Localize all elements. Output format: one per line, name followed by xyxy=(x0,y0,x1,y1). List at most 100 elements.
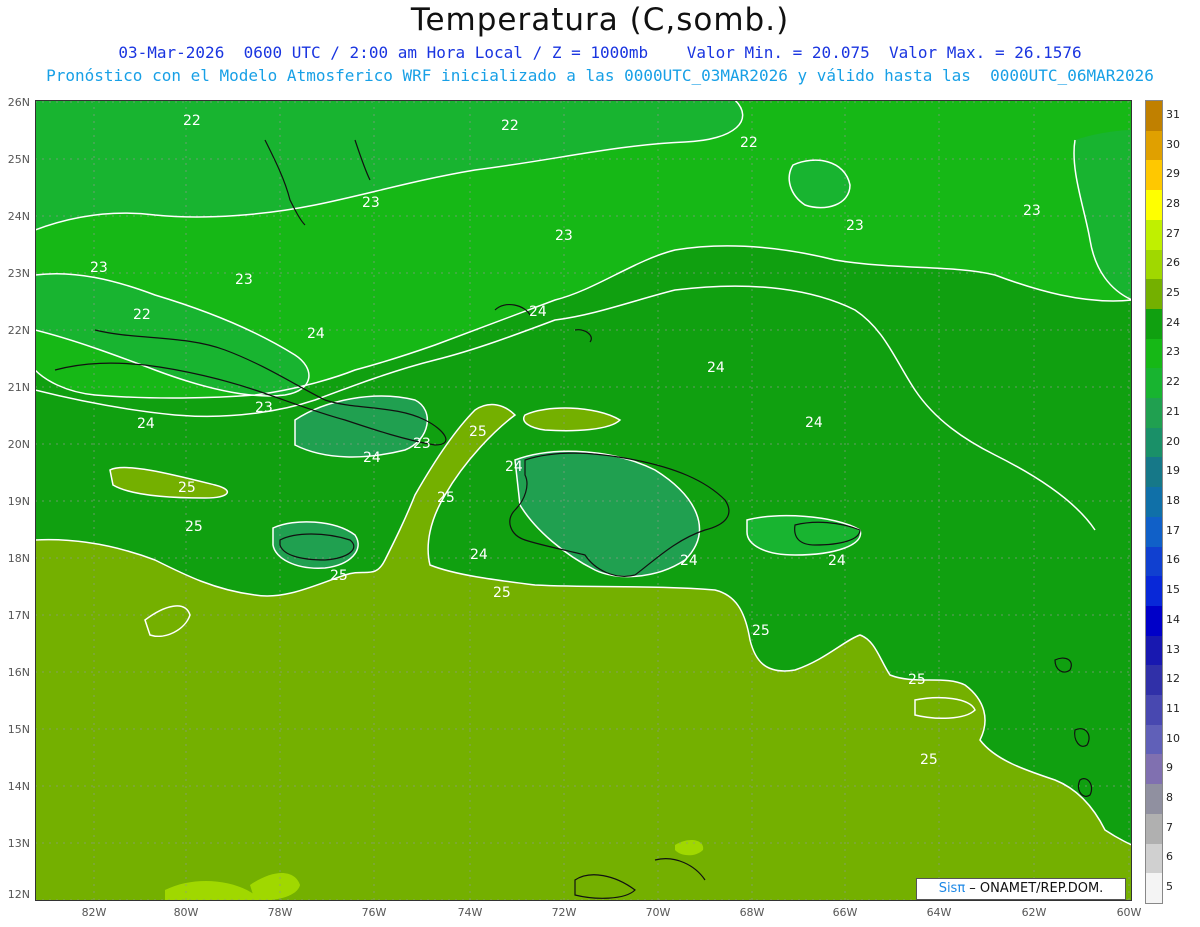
credit-box: Sisπ – ONAMET/REP.DOM. xyxy=(916,878,1126,900)
lat-label: 21N xyxy=(7,381,30,394)
color-scale-segment xyxy=(1146,784,1162,815)
contour-label: 24 xyxy=(828,553,846,569)
contour-label: 24 xyxy=(363,450,381,466)
color-scale-label: 22 xyxy=(1166,375,1180,389)
color-scale-label: 8 xyxy=(1166,791,1173,805)
color-scale-segment xyxy=(1146,843,1162,874)
contour-label: 23 xyxy=(255,400,273,416)
temperature-map: 22 22 22 22 23 23 23 23 23 23 23 23 24 2… xyxy=(35,100,1132,901)
contour-label: 23 xyxy=(90,260,108,276)
contour-label: 24 xyxy=(707,360,725,376)
lon-label: 60W xyxy=(1116,906,1142,919)
contour-label: 24 xyxy=(470,547,488,563)
color-scale-segment xyxy=(1146,130,1162,161)
color-scale-segment xyxy=(1146,665,1162,696)
color-scale-label: 21 xyxy=(1166,404,1180,418)
lat-label: 17N xyxy=(7,609,30,622)
color-scale-label: 29 xyxy=(1166,167,1180,181)
color-scale-label: 31 xyxy=(1166,107,1180,121)
lat-label: 26N xyxy=(7,96,30,109)
color-scale-label: 30 xyxy=(1166,137,1180,151)
color-scale-label: 10 xyxy=(1166,731,1180,745)
lat-label: 24N xyxy=(7,210,30,223)
contour-label: 25 xyxy=(752,623,770,639)
lon-label: 74W xyxy=(457,906,483,919)
lon-label: 66W xyxy=(832,906,858,919)
color-scale-segment xyxy=(1146,190,1162,221)
contour-label: 22 xyxy=(501,118,519,134)
lat-label: 23N xyxy=(7,267,30,280)
contour-label: 25 xyxy=(908,672,926,688)
lon-label: 80W xyxy=(173,906,199,919)
contour-label: 22 xyxy=(183,113,201,129)
contour-label: 24 xyxy=(529,304,547,320)
color-scale-segment xyxy=(1146,308,1162,340)
color-scale-label: 6 xyxy=(1166,850,1173,864)
contour-label: 22 xyxy=(133,307,151,323)
lon-label: 62W xyxy=(1021,906,1047,919)
color-scale-label: 24 xyxy=(1166,315,1180,329)
lat-label: 13N xyxy=(7,837,30,850)
contour-label: 24 xyxy=(805,415,823,431)
color-scale-label: 15 xyxy=(1166,583,1180,597)
color-scale-label: 17 xyxy=(1166,523,1180,537)
color-scale-segment xyxy=(1146,873,1162,904)
lat-label: 20N xyxy=(7,438,30,451)
color-scale-segment xyxy=(1146,160,1162,191)
color-scale-label: 26 xyxy=(1166,256,1180,270)
color-scale-label: 20 xyxy=(1166,434,1180,448)
contour-label: 25 xyxy=(493,585,511,601)
lat-label: 18N xyxy=(7,552,30,565)
contour-label: 23 xyxy=(1023,203,1041,219)
color-scale-label: 7 xyxy=(1166,820,1173,834)
lon-label: 76W xyxy=(361,906,387,919)
color-scale-label: 13 xyxy=(1166,642,1180,656)
lon-label: 82W xyxy=(81,906,107,919)
color-scale-segment xyxy=(1146,546,1162,577)
color-scale-label: 9 xyxy=(1166,761,1173,775)
lat-label: 14N xyxy=(7,780,30,793)
lat-label: 16N xyxy=(7,666,30,679)
lat-label: 12N xyxy=(7,888,30,901)
contour-label: 25 xyxy=(330,568,348,584)
color-scale-segment xyxy=(1146,695,1162,726)
color-scale-segment xyxy=(1146,457,1162,488)
color-scale-bar xyxy=(1145,100,1163,904)
color-scale-label: 18 xyxy=(1166,494,1180,507)
lat-label: 22N xyxy=(7,324,30,337)
color-scale-segment xyxy=(1146,754,1162,785)
color-scale-segment xyxy=(1146,813,1162,845)
color-scale-label: 11 xyxy=(1166,701,1180,715)
contour-label: 25 xyxy=(437,490,455,506)
color-scale-segment xyxy=(1146,605,1162,637)
color-scale-label: 16 xyxy=(1166,553,1180,567)
lon-label: 70W xyxy=(645,906,671,919)
model-run-info: Pronóstico con el Modelo Atmosferico WRF… xyxy=(46,66,1154,85)
color-scale-segment xyxy=(1146,368,1162,399)
lon-label: 72W xyxy=(551,906,577,919)
lon-label: 78W xyxy=(267,906,293,919)
color-scale-segment xyxy=(1146,576,1162,607)
contour-label: 23 xyxy=(555,228,573,244)
sispi-logo: Sisπ xyxy=(938,881,966,896)
contour-label: 23 xyxy=(362,195,380,211)
map-canvas: 22 22 22 22 23 23 23 23 23 23 23 23 24 2… xyxy=(35,100,1132,901)
contour-label: 25 xyxy=(469,424,487,440)
lat-label: 19N xyxy=(7,495,30,508)
credit-text: – ONAMET/REP.DOM. xyxy=(965,881,1104,896)
color-scale-segment xyxy=(1146,279,1162,310)
lon-label: 68W xyxy=(739,906,765,919)
color-scale-segment xyxy=(1146,635,1162,666)
color-scale-segment xyxy=(1146,724,1162,755)
color-scale-segment xyxy=(1146,516,1162,548)
map-title: Temperatura (C,somb.) xyxy=(410,2,790,38)
lon-label: 64W xyxy=(926,906,952,919)
color-scale-segment xyxy=(1146,398,1162,429)
color-scale-label: 25 xyxy=(1166,286,1180,300)
lat-label: 15N xyxy=(7,723,30,736)
color-scale-label: 14 xyxy=(1166,612,1180,626)
contour-label: 24 xyxy=(680,553,698,569)
color-scale-label: 19 xyxy=(1166,464,1180,478)
color-scale-label: 27 xyxy=(1166,226,1180,240)
contour-label: 25 xyxy=(178,480,196,496)
